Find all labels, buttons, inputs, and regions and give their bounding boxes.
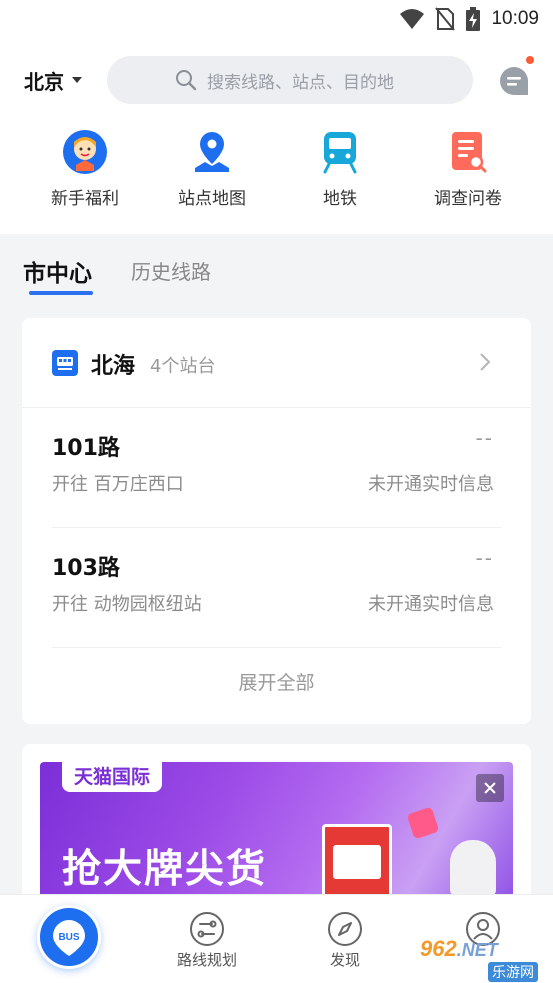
ad-tag: 天猫国际 [62,762,163,792]
divider [52,647,501,648]
quick-action-station-map[interactable]: 站点地图 [157,128,267,209]
route-direction: 开往 动物园枢纽站 [52,594,202,615]
ad-card: 天猫国际 抢大牌尖货 [22,744,531,904]
tab-history-routes[interactable]: 历史线路 [131,256,211,285]
expand-all-button[interactable]: 展开全部 [22,668,531,695]
watermark-sub: 乐游网 [488,962,538,982]
route-row[interactable]: 101路 开往 百万庄西口 -- 未开通实时信息 [52,408,500,526]
status-time: 10:09 [491,8,539,29]
quick-action-newbie[interactable]: 新手福利 [30,128,140,209]
watermark-logo: 962.NET 乐游网 [420,936,548,982]
ad-close-button[interactable] [476,774,504,802]
notification-dot [526,56,534,64]
ad-product-image [450,840,496,896]
nav-label: 发现 [329,951,360,969]
nav-bus-button[interactable]: BUS [37,905,101,969]
gift-mascot-icon [61,128,109,176]
route-direction: 开往 百万庄西口 [52,474,184,495]
bus-stop-icon [52,350,78,376]
route-eta: -- [475,426,494,450]
ad-product-label [333,845,381,879]
nav-route-plan[interactable]: 路线规划 [162,911,252,970]
tab-active-indicator [29,291,93,295]
search-icon [176,70,197,91]
quick-action-label: 调查问卷 [434,189,502,209]
route-realtime-status: 未开通实时信息 [368,594,494,615]
route-row[interactable]: 103路 开往 动物园枢纽站 -- 未开通实时信息 [52,528,500,646]
no-sim-icon [435,7,456,31]
survey-icon [444,128,492,176]
city-selector[interactable]: 北京 [24,64,82,96]
quick-action-survey[interactable]: 调查问卷 [413,128,523,209]
search-placeholder: 搜索线路、站点、目的地 [207,72,394,93]
nav-discover[interactable]: 发现 [300,911,390,970]
ad-banner[interactable]: 天猫国际 抢大牌尖货 [40,762,513,904]
quick-action-subway[interactable]: 地铁 [285,128,395,209]
route-name: 101路 [52,436,120,461]
tab-bar: 市中心 历史线路 [0,240,553,310]
route-realtime-status: 未开通实时信息 [368,474,494,495]
station-header[interactable]: 北海 4个站台 [22,318,531,408]
quick-action-label: 地铁 [323,189,357,209]
city-name: 北京 [24,69,64,94]
status-bar: 10:09 [0,0,553,44]
station-platform-count: 4个站台 [150,356,216,377]
message-icon[interactable] [497,64,531,98]
station-name: 北海 [91,354,136,379]
quick-action-label: 新手福利 [51,189,119,209]
station-card: 北海 4个站台 101路 开往 百万庄西口 -- 未开通实时信息 103路 开往… [22,318,531,724]
ad-product-image [322,824,392,904]
battery-charging-icon [466,7,481,31]
ad-decoration [406,806,440,840]
watermark-brand: 962.NET [420,936,498,961]
bus-pin-icon: BUS [50,918,88,956]
bus-badge-text: BUS [58,931,80,943]
quick-action-label: 站点地图 [178,189,246,209]
close-icon [484,782,496,794]
compass-icon [328,912,362,946]
caret-down-icon [72,77,82,83]
route-plan-icon [190,912,224,946]
route-eta: -- [475,546,494,570]
map-pin-icon [188,128,236,176]
top-bar: 北京 搜索线路、站点、目的地 新手福利 站点地图 地铁 调查问卷 [0,44,553,234]
chevron-right-icon [480,353,491,371]
status-icons: 10:09 [399,6,539,32]
wifi-icon [400,9,425,29]
nav-label: 路线规划 [176,951,237,969]
subway-icon [316,128,364,176]
ad-slogan: 抢大牌尖货 [62,847,268,892]
search-bar[interactable]: 搜索线路、站点、目的地 [107,56,473,104]
route-name: 103路 [52,556,120,581]
tab-city-center[interactable]: 市中心 [23,254,92,288]
